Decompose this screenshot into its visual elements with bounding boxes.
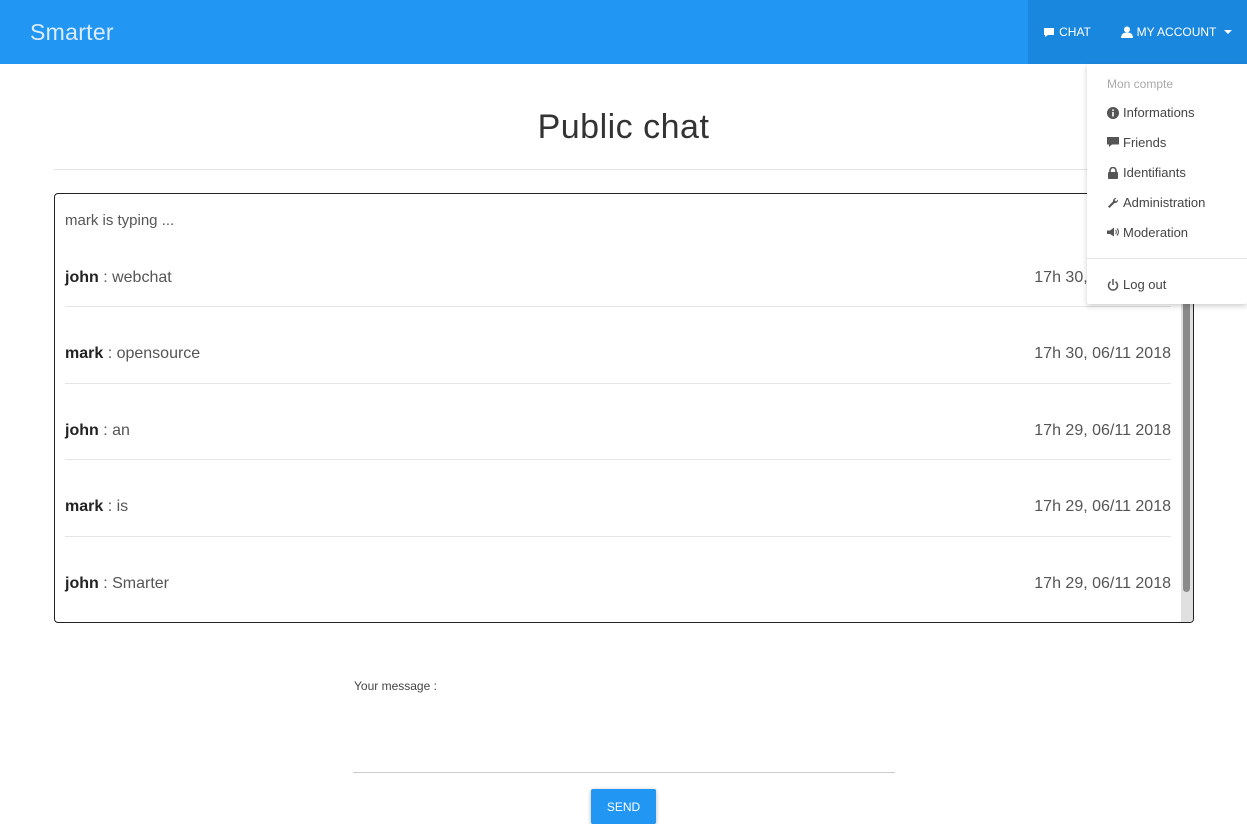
menu-item-logout[interactable]: Log out	[1107, 277, 1166, 292]
dropdown-divider	[1087, 258, 1247, 259]
brand-logo[interactable]: Smarter	[30, 19, 114, 46]
bullhorn-icon	[1107, 227, 1119, 238]
chat-message: john : webchat 17h 30, 06/11 2018	[65, 269, 1171, 345]
menu-item-informations[interactable]: Informations	[1107, 105, 1195, 120]
menu-item-label: Friends	[1123, 135, 1167, 150]
nav-account-dropdown[interactable]: MY ACCOUNT	[1106, 0, 1247, 64]
account-dropdown-menu: Mon compte Informations Friends Identifi…	[1087, 64, 1247, 304]
message-text: : Smarter	[98, 575, 169, 592]
info-circle-icon	[1107, 106, 1119, 119]
menu-item-identifiants[interactable]: Identifiants	[1107, 165, 1186, 180]
page-title: Public chat	[537, 108, 710, 146]
message-text: : webchat	[98, 269, 172, 286]
comment-icon	[1043, 27, 1055, 38]
dropdown-header: Mon compte	[1107, 77, 1174, 91]
message-divider	[65, 306, 1171, 307]
caret-down-icon	[1224, 30, 1233, 34]
nav-chat-link[interactable]: CHAT	[1028, 0, 1106, 64]
message-divider	[65, 536, 1171, 537]
message-author: john	[65, 575, 99, 592]
menu-item-label: Informations	[1123, 105, 1195, 120]
nav-chat-label: CHAT	[1059, 25, 1091, 39]
lock-icon	[1107, 166, 1119, 179]
menu-item-label: Identifiants	[1123, 165, 1186, 180]
chat-message: mark : is 17h 29, 06/11 2018	[65, 498, 1171, 574]
message-text: : is	[103, 498, 129, 515]
menu-item-label: Log out	[1123, 277, 1167, 292]
menu-item-friends[interactable]: Friends	[1107, 135, 1166, 150]
menu-item-moderation[interactable]: Moderation	[1107, 225, 1188, 240]
menu-item-label: Administration	[1123, 195, 1206, 210]
message-text: : opensource	[103, 345, 201, 362]
message-divider	[65, 383, 1171, 384]
message-timestamp: 17h 29, 06/11 2018	[1034, 498, 1171, 515]
title-divider	[54, 169, 1194, 170]
menu-item-administration[interactable]: Administration	[1107, 195, 1205, 210]
top-navbar: Smarter CHAT MY ACCOUNT	[0, 0, 1247, 64]
message-timestamp: 17h 29, 06/11 2018	[1034, 575, 1171, 592]
message-input[interactable]	[353, 700, 895, 773]
message-author: mark	[65, 345, 104, 362]
menu-item-label: Moderation	[1123, 225, 1189, 240]
message-timestamp: 17h 29, 06/11 2018	[1034, 422, 1171, 439]
chat-message: john : Smarter 17h 29, 06/11 2018	[65, 575, 1171, 622]
message-author: john	[65, 422, 99, 439]
power-icon	[1107, 278, 1119, 291]
typing-indicator: mark is typing ...	[65, 212, 175, 229]
message-timestamp: 17h 30, 06/11 2018	[1034, 345, 1171, 362]
message-author: john	[65, 269, 99, 286]
chat-message: john : an 17h 29, 06/11 2018	[65, 422, 1171, 498]
nav-account-label: MY ACCOUNT	[1136, 25, 1217, 39]
chat-message: mark : opensource 17h 30, 06/11 2018	[65, 345, 1171, 421]
chat-messages-panel[interactable]: mark is typing ... john : webchat 17h 30…	[54, 193, 1194, 623]
user-icon	[1120, 26, 1133, 38]
message-text: : an	[98, 422, 130, 439]
comment-icon	[1107, 137, 1119, 148]
chat-scrollbar-thumb[interactable]	[1183, 290, 1190, 592]
message-divider	[65, 459, 1171, 460]
message-field-label: Your message :	[354, 679, 437, 693]
message-author: mark	[65, 498, 104, 515]
wrench-icon	[1107, 197, 1119, 209]
send-button[interactable]: SEND	[591, 789, 656, 824]
